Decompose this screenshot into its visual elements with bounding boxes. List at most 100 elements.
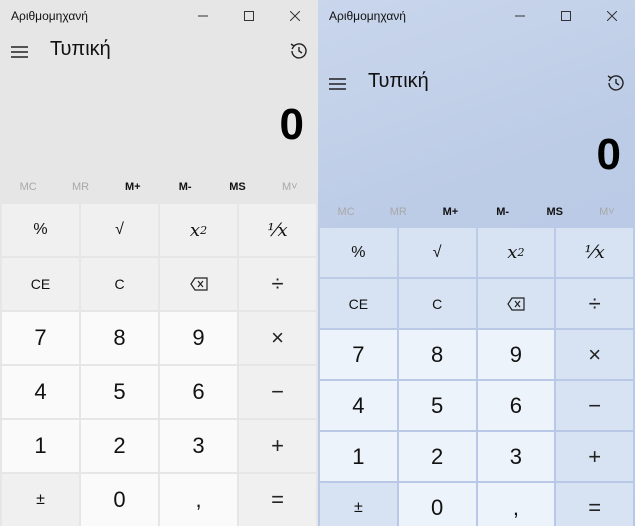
- digit-5-button[interactable]: 5: [81, 366, 158, 418]
- divide-button[interactable]: ÷: [239, 258, 316, 310]
- title-bar[interactable]: Αριθμομηχανή: [318, 0, 635, 32]
- keypad: % √ x2 ⅟x CE C ÷ 7 8 9 × 4 5 6 − 1 2 3 +…: [320, 228, 633, 526]
- digit-8-button[interactable]: 8: [81, 312, 158, 364]
- app-title: Αριθμομηχανή: [329, 9, 406, 23]
- hamburger-icon: [11, 46, 28, 58]
- memory-subtract-button[interactable]: M-: [477, 200, 529, 224]
- memory-row: MC MR M+ M- MS M˅: [320, 200, 633, 224]
- square-base: x: [507, 242, 518, 263]
- keypad: % √ x2 ⅟x CE C ÷ 7 8 9 × 4 5 6 − 1 2 3 +…: [2, 204, 316, 526]
- menu-bar: Τυπική: [318, 64, 635, 104]
- close-button[interactable]: [272, 0, 318, 32]
- clear-button[interactable]: C: [398, 279, 476, 328]
- plus-button[interactable]: +: [556, 432, 633, 481]
- digit-3-button[interactable]: 3: [477, 432, 555, 481]
- digit-0-button[interactable]: 0: [81, 474, 158, 526]
- memory-add-button[interactable]: M+: [424, 200, 476, 224]
- digit-4-button[interactable]: 4: [2, 366, 79, 418]
- digit-6-button[interactable]: 6: [160, 366, 237, 418]
- app-title: Αριθμομηχανή: [11, 9, 88, 23]
- digit-2-button[interactable]: 2: [398, 432, 476, 481]
- digit-2-button[interactable]: 2: [81, 420, 158, 472]
- history-icon: [290, 43, 307, 59]
- mode-title: Τυπική: [50, 38, 111, 60]
- calculator-window-left: Αριθμομηχανή Τυπική 0 MC MR M+ M- MS M˅ …: [0, 0, 318, 526]
- reciprocal-button[interactable]: ⅟x: [239, 204, 316, 256]
- maximize-button[interactable]: [543, 0, 589, 32]
- digit-3-button[interactable]: 3: [160, 420, 237, 472]
- digit-6-button[interactable]: 6: [477, 381, 555, 430]
- memory-clear-button[interactable]: MC: [320, 200, 372, 224]
- decimal-button[interactable]: ,: [477, 483, 555, 526]
- minimize-button[interactable]: [180, 0, 226, 32]
- digit-1-button[interactable]: 1: [320, 432, 397, 481]
- memory-subtract-button[interactable]: M-: [159, 175, 211, 199]
- memory-store-button[interactable]: MS: [211, 175, 263, 199]
- memory-list-button[interactable]: M˅: [581, 200, 633, 224]
- minimize-button[interactable]: [497, 0, 543, 32]
- digit-5-button[interactable]: 5: [398, 381, 476, 430]
- memory-recall-button[interactable]: MR: [372, 200, 424, 224]
- percent-button[interactable]: %: [320, 228, 397, 277]
- memory-add-button[interactable]: M+: [107, 175, 159, 199]
- percent-button[interactable]: %: [2, 204, 79, 256]
- equals-button[interactable]: =: [239, 474, 316, 526]
- digit-4-button[interactable]: 4: [320, 381, 397, 430]
- digit-9-button[interactable]: 9: [477, 330, 555, 379]
- digit-7-button[interactable]: 7: [2, 312, 79, 364]
- minus-button[interactable]: −: [556, 381, 633, 430]
- digit-1-button[interactable]: 1: [2, 420, 79, 472]
- digit-9-button[interactable]: 9: [160, 312, 237, 364]
- square-button[interactable]: x2: [477, 228, 555, 277]
- equals-button[interactable]: =: [556, 483, 633, 526]
- reciprocal-button[interactable]: ⅟x: [556, 228, 633, 277]
- minus-button[interactable]: −: [239, 366, 316, 418]
- minimize-icon: [515, 15, 525, 17]
- memory-list-button[interactable]: M˅: [264, 175, 316, 199]
- backspace-icon: [189, 277, 208, 291]
- history-button[interactable]: [605, 72, 627, 94]
- backspace-icon: [507, 296, 525, 311]
- clear-entry-button[interactable]: CE: [320, 279, 397, 328]
- memory-recall-button[interactable]: MR: [54, 175, 106, 199]
- sqrt-button[interactable]: √: [81, 204, 158, 256]
- clear-entry-button[interactable]: CE: [2, 258, 79, 310]
- plus-button[interactable]: +: [239, 420, 316, 472]
- negate-button[interactable]: ±: [2, 474, 79, 526]
- digit-8-button[interactable]: 8: [398, 330, 476, 379]
- backspace-button[interactable]: [160, 258, 237, 310]
- maximize-button[interactable]: [226, 0, 272, 32]
- memory-row: MC MR M+ M- MS M˅: [2, 175, 316, 199]
- history-button[interactable]: [288, 40, 310, 62]
- decimal-button[interactable]: ,: [160, 474, 237, 526]
- close-icon: [607, 11, 617, 21]
- square-exponent: 2: [200, 223, 208, 237]
- square-base: x: [189, 219, 201, 241]
- calculator-window-right: Αριθμομηχανή Τυπική 0 MC MR M+ M- MS M˅ …: [318, 0, 635, 526]
- square-button[interactable]: x2: [160, 204, 237, 256]
- sqrt-button[interactable]: √: [398, 228, 476, 277]
- square-exponent: 2: [517, 246, 525, 259]
- backspace-button[interactable]: [477, 279, 555, 328]
- menu-bar: Τυπική: [0, 32, 318, 72]
- close-button[interactable]: [589, 0, 635, 32]
- close-icon: [290, 11, 300, 21]
- clear-button[interactable]: C: [81, 258, 158, 310]
- result-display: 0: [279, 100, 304, 149]
- digit-7-button[interactable]: 7: [320, 330, 397, 379]
- history-icon: [607, 75, 624, 91]
- negate-button[interactable]: ±: [320, 483, 397, 526]
- multiply-button[interactable]: ×: [556, 330, 633, 379]
- title-bar[interactable]: Αριθμομηχανή: [0, 0, 318, 32]
- maximize-icon: [561, 11, 571, 21]
- navigation-menu-button[interactable]: [10, 42, 30, 62]
- result-display: 0: [596, 130, 621, 179]
- hamburger-icon: [329, 78, 346, 90]
- memory-clear-button[interactable]: MC: [2, 175, 54, 199]
- navigation-menu-button[interactable]: [328, 74, 348, 94]
- multiply-button[interactable]: ×: [239, 312, 316, 364]
- maximize-icon: [244, 11, 254, 21]
- memory-store-button[interactable]: MS: [529, 200, 581, 224]
- digit-0-button[interactable]: 0: [398, 483, 476, 526]
- divide-button[interactable]: ÷: [556, 279, 633, 328]
